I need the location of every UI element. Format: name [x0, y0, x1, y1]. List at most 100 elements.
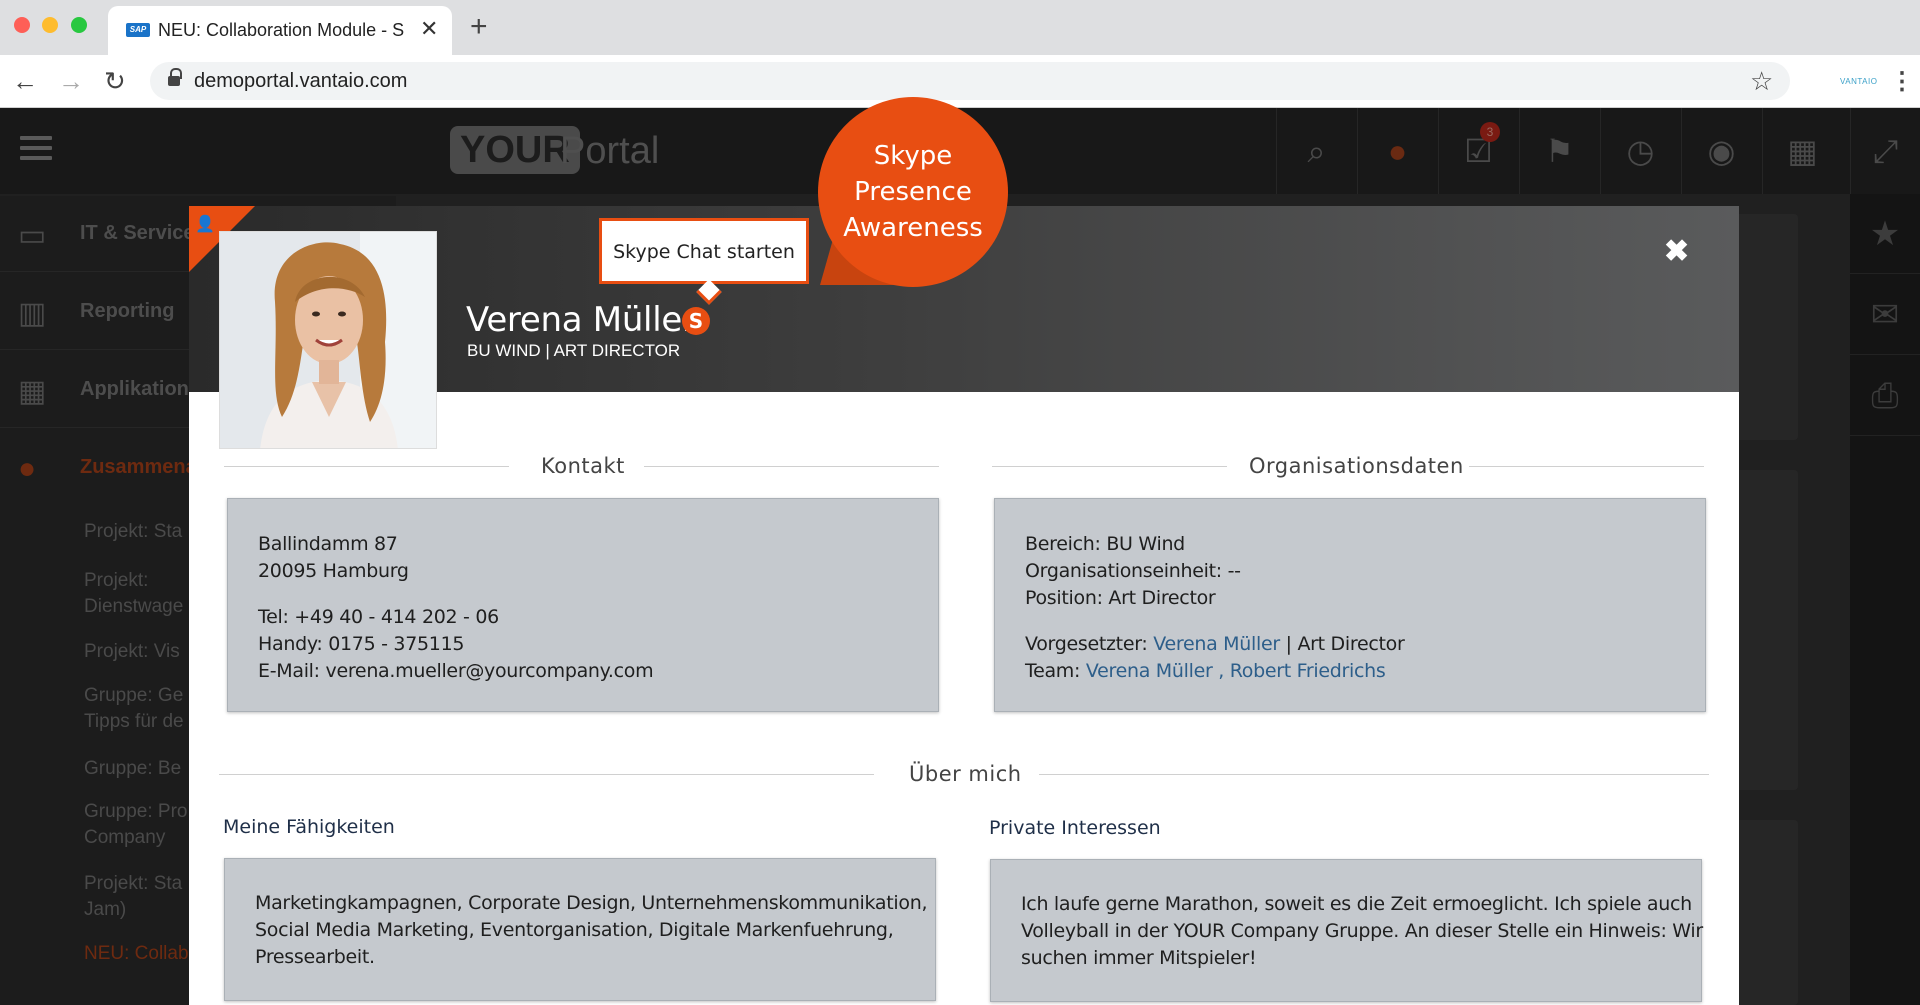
- browser-tab[interactable]: SAP NEU: Collaboration Module - S ✕: [108, 6, 452, 55]
- bookmark-star-icon[interactable]: ☆: [1750, 66, 1773, 97]
- mobile-number: Handy: 0175 - 375115: [258, 633, 465, 655]
- vorgesetzter-suffix: | Art Director: [1279, 633, 1405, 655]
- star-icon[interactable]: ★: [1850, 194, 1920, 274]
- sap-favicon-icon: SAP: [126, 23, 150, 37]
- org-team: Team: Verena Müller , Robert Friedrichs: [1025, 660, 1386, 682]
- callout-line: Skype: [873, 141, 953, 171]
- org-vorgesetzter: Vorgesetzter: Verena Müller | Art Direct…: [1025, 633, 1405, 655]
- clock-icon[interactable]: ◷: [1600, 108, 1680, 194]
- section-divider: [224, 466, 509, 467]
- sidebar-subitem[interactable]: Gruppe: Be: [84, 756, 181, 782]
- sidebar-subitem-active[interactable]: NEU: Collab: [84, 941, 189, 967]
- profile-modal: 👤 Verena Müller S BU WIND | ART DIRECTOR…: [189, 206, 1739, 1005]
- section-title-kontakt: Kontakt: [541, 454, 625, 478]
- address-city: 20095 Hamburg: [258, 560, 409, 582]
- team-member-link[interactable]: Verena Müller: [1086, 660, 1213, 682]
- sidebar-item-label: Reporting: [80, 300, 175, 322]
- interests-title: Private Interessen: [989, 817, 1161, 839]
- sidebar-subitem[interactable]: Projekt: Vis: [84, 639, 180, 665]
- sidebar-subitem[interactable]: Gruppe: Pro Company: [84, 799, 194, 851]
- tab-close-icon[interactable]: ✕: [420, 16, 438, 42]
- hamburger-menu-icon[interactable]: [20, 136, 52, 162]
- lock-icon: [168, 68, 182, 87]
- skills-box: Marketingkampagnen, Corporate Design, Un…: [224, 858, 936, 1001]
- chat-bubbles-icon: ●: [18, 452, 37, 485]
- section-divider: [1039, 774, 1709, 775]
- section-divider: [219, 774, 874, 775]
- back-arrow-icon[interactable]: ←: [12, 66, 38, 97]
- window-zoom-button[interactable]: [71, 17, 87, 33]
- callout-line: Presence: [854, 177, 972, 207]
- forward-arrow-icon[interactable]: →: [58, 66, 84, 97]
- tooltip-arrow: [696, 279, 722, 305]
- section-divider: [644, 466, 939, 467]
- fullscreen-icon[interactable]: ⤢: [1850, 108, 1920, 194]
- tab-title: NEU: Collaboration Module - S: [158, 20, 405, 40]
- sidebar-subitem[interactable]: Projekt: Sta: [84, 519, 182, 545]
- team-member-link[interactable]: Robert Friedrichs: [1230, 660, 1386, 682]
- user-avatar-icon[interactable]: ◉: [1681, 108, 1761, 194]
- bar-chart-icon: ▥: [18, 297, 47, 330]
- vorgesetzter-label: Vorgesetzter:: [1025, 633, 1154, 655]
- window-close-button[interactable]: [14, 17, 30, 33]
- team-separator: ,: [1212, 660, 1230, 682]
- laptop-icon: ▭: [18, 219, 47, 252]
- phone-number: Tel: +49 40 - 414 202 - 06: [258, 606, 499, 628]
- url-field[interactable]: demoportal.vantaio.com ☆: [150, 62, 1790, 100]
- sidebar-subitem[interactable]: Projekt: Dienstwage: [84, 568, 194, 620]
- portal-logo-text: Portal: [560, 130, 660, 172]
- callout-line: Awareness: [843, 213, 983, 243]
- mail-icon[interactable]: ✉: [1850, 275, 1920, 355]
- section-divider: [1469, 466, 1704, 467]
- skype-presence-callout: Skype Presence Awareness: [818, 97, 1008, 287]
- kontakt-box: Ballindamm 87 20095 Hamburg Tel: +49 40 …: [227, 498, 939, 712]
- skills-text: Pressearbeit.: [255, 946, 375, 968]
- skype-icon[interactable]: S: [682, 307, 710, 335]
- browser-tab-bar: SAP NEU: Collaboration Module - S ✕ +: [0, 0, 1920, 55]
- tooltip-text: Skype Chat starten: [613, 241, 795, 263]
- microphone-icon[interactable]: ●: [1357, 108, 1437, 194]
- skills-text: Social Media Marketing, Eventorganisatio…: [255, 919, 894, 941]
- interests-text: Ich laufe gerne Marathon, soweit es die …: [1021, 893, 1692, 915]
- sidebar-subitem[interactable]: Projekt: Sta Jam): [84, 871, 194, 923]
- address-bar: ← → ↻ demoportal.vantaio.com ☆ VANTAIO ⋮: [0, 55, 1920, 108]
- skills-title: Meine Fähigkeiten: [223, 816, 395, 838]
- email-address[interactable]: E-Mail: verena.mueller@yourcompany.com: [258, 660, 654, 682]
- interests-text: Volleyball in der YOUR Company Gruppe. A…: [1021, 920, 1703, 942]
- grid-icon: ▦: [18, 375, 47, 408]
- skype-chat-tooltip[interactable]: Skype Chat starten: [599, 218, 809, 305]
- organisation-box: Bereich: BU Wind Organisationseinheit: -…: [994, 498, 1706, 712]
- new-tab-icon[interactable]: +: [470, 10, 488, 44]
- section-title-ueber-mich: Über mich: [909, 762, 1022, 786]
- apps-grid-icon[interactable]: ▦: [1762, 108, 1842, 194]
- profile-name: Verena Müller: [466, 300, 696, 340]
- interests-box: Ich laufe gerne Marathon, soweit es die …: [990, 859, 1703, 1002]
- browser-menu-icon[interactable]: ⋮: [1890, 67, 1914, 96]
- vorgesetzter-link[interactable]: Verena Müller: [1153, 633, 1280, 655]
- sidebar-item-label: Applikation: [80, 378, 189, 400]
- window-minimize-button[interactable]: [42, 17, 58, 33]
- search-icon[interactable]: ⌕: [1276, 108, 1356, 194]
- url-text: demoportal.vantaio.com: [194, 70, 408, 92]
- right-rail: ★ ✉ ⎙: [1850, 194, 1920, 1005]
- skills-text: Marketingkampagnen, Corporate Design, Un…: [255, 892, 928, 914]
- close-icon[interactable]: ✖: [1664, 234, 1689, 269]
- sidebar-item-label: Zusammena: [80, 456, 197, 478]
- reload-icon[interactable]: ↻: [104, 66, 126, 97]
- section-divider: [992, 466, 1227, 467]
- vantaio-extension-icon[interactable]: VANTAIO: [1840, 77, 1877, 86]
- org-einheit: Organisationseinheit: --: [1025, 560, 1241, 582]
- tasks-icon[interactable]: ☑ 3: [1438, 108, 1518, 194]
- flag-icon[interactable]: ⚑: [1519, 108, 1599, 194]
- profile-photo-illustration: [220, 232, 436, 448]
- profile-photo: [219, 231, 437, 449]
- profile-role: BU WIND | ART DIRECTOR: [467, 341, 681, 360]
- remove-user-icon[interactable]: 👤: [195, 214, 215, 234]
- notification-badge: 3: [1480, 122, 1500, 142]
- interests-text: suchen immer Mitspieler!: [1021, 947, 1257, 969]
- sidebar-subitem[interactable]: Gruppe: Ge Tipps für de: [84, 683, 194, 735]
- team-label: Team:: [1025, 660, 1086, 682]
- print-icon[interactable]: ⎙: [1850, 356, 1920, 436]
- sidebar-item-label: IT & Service: [80, 222, 195, 244]
- org-position: Position: Art Director: [1025, 587, 1216, 609]
